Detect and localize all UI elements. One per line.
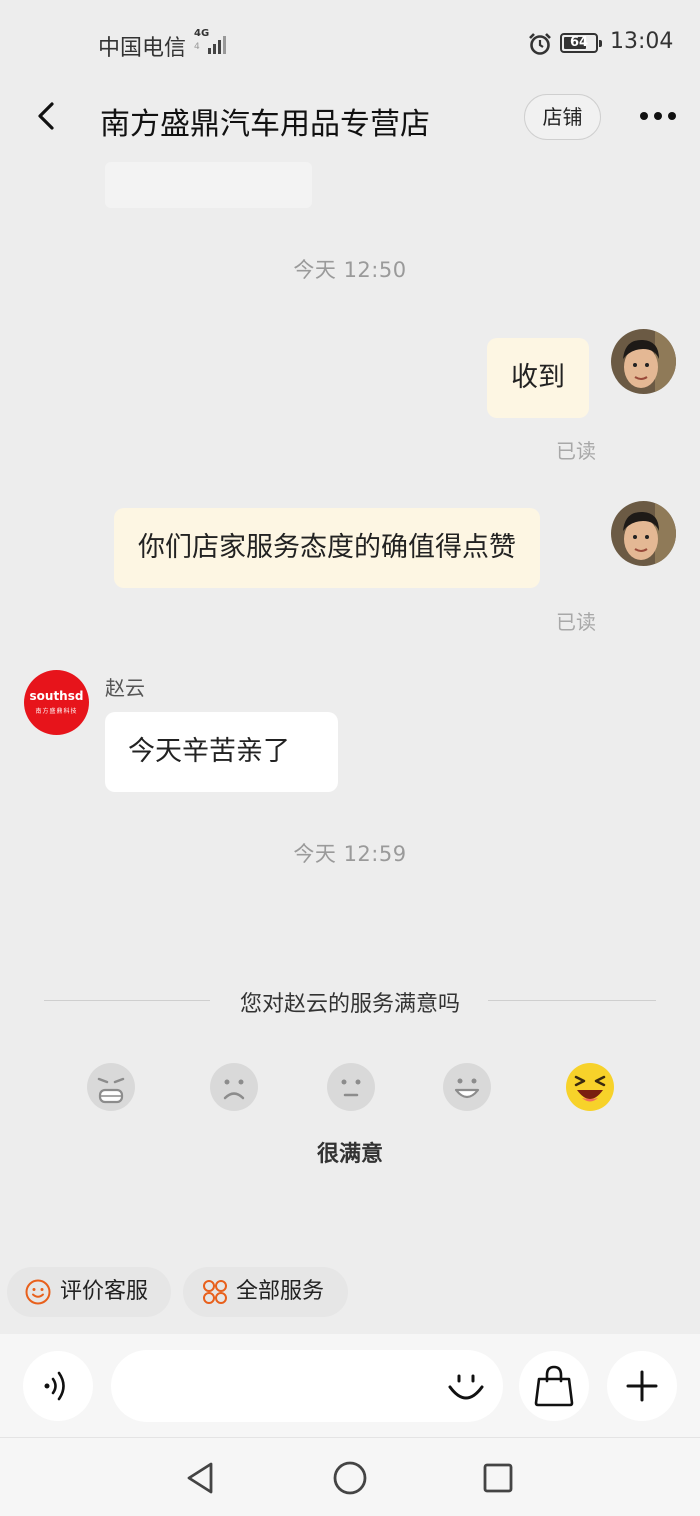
page-title: 南方盛鼎汽车用品专营店 <box>100 107 430 142</box>
smile-icon <box>448 1374 484 1400</box>
alarm-icon <box>529 33 551 55</box>
input-bar <box>0 1334 700 1437</box>
shop-avatar-logo-text: southsd <box>29 689 84 703</box>
chat-screen: 中国电信 4G 4 64 13:04 南方盛鼎汽车用品专营店 店铺 今天 12:… <box>0 0 700 1516</box>
very-satisfied-emoji-icon[interactable] <box>565 1062 615 1112</box>
product-button[interactable] <box>519 1351 589 1421</box>
voice-button[interactable] <box>23 1351 93 1421</box>
add-button[interactable] <box>607 1351 677 1421</box>
back-button[interactable] <box>30 98 66 134</box>
shop-avatar-logo-subtext: 南方盛鼎科技 <box>35 708 78 715</box>
message-bubble-incoming[interactable]: 今天辛苦亲了 <box>105 712 338 792</box>
emoji-button[interactable] <box>444 1365 488 1409</box>
nav-recent-icon[interactable] <box>478 1458 518 1498</box>
timestamp-separator: 今天 12:50 <box>293 258 407 282</box>
carrier-label: 中国电信 <box>98 36 187 61</box>
read-receipt: 已读 <box>556 610 596 634</box>
shop-button[interactable]: 店铺 <box>524 94 601 140</box>
user-avatar[interactable] <box>611 329 676 394</box>
nav-home-icon[interactable] <box>330 1458 370 1498</box>
battery-icon: 64 <box>560 33 602 53</box>
status-bar: 中国电信 4G 4 64 13:04 <box>0 0 700 86</box>
chevron-left-icon <box>38 102 54 130</box>
survey-question: 您对赵云的服务满意吗 <box>239 992 460 1017</box>
more-icon <box>640 112 676 120</box>
more-button[interactable] <box>638 100 680 132</box>
signal-icon: 4G 4 <box>194 28 230 56</box>
timestamp-separator: 今天 12:59 <box>293 842 407 866</box>
chat-header: 南方盛鼎汽车用品专营店 店铺 <box>0 86 700 150</box>
survey-selected-label: 很满意 <box>316 1142 383 1167</box>
rate-service-label: 评价客服 <box>60 1279 149 1304</box>
system-nav-bar <box>0 1437 700 1516</box>
neutral-emoji-icon[interactable] <box>326 1062 376 1112</box>
all-services-chip[interactable]: 全部服务 <box>183 1267 348 1317</box>
grid-icon <box>203 1280 227 1304</box>
nav-back-icon[interactable] <box>181 1458 221 1498</box>
very-dissatisfied-emoji-icon[interactable] <box>86 1062 136 1112</box>
user-avatar-image <box>611 329 676 394</box>
agent-name: 赵云 <box>105 676 145 700</box>
satisfied-emoji-icon[interactable] <box>442 1062 492 1112</box>
shop-avatar[interactable]: southsd 南方盛鼎科技 <box>24 670 89 735</box>
network-sub: 4 <box>194 42 200 52</box>
status-time: 13:04 <box>610 29 674 54</box>
dissatisfied-emoji-icon[interactable] <box>209 1062 259 1112</box>
shopping-bag-icon <box>534 1365 574 1407</box>
voice-icon <box>44 1371 65 1401</box>
battery-level: 64 <box>569 35 589 50</box>
rate-service-chip[interactable]: 评价客服 <box>7 1267 171 1317</box>
user-avatar[interactable] <box>611 501 676 566</box>
message-bubble-partial <box>105 162 312 208</box>
message-bubble-outgoing[interactable]: 收到 <box>487 338 589 418</box>
read-receipt: 已读 <box>556 439 596 463</box>
message-bubble-outgoing[interactable]: 你们店家服务态度的确值得点赞 <box>114 508 540 588</box>
user-avatar-image <box>611 501 676 566</box>
plus-icon <box>626 1370 658 1402</box>
all-services-label: 全部服务 <box>236 1279 325 1304</box>
smile-icon <box>25 1279 51 1305</box>
